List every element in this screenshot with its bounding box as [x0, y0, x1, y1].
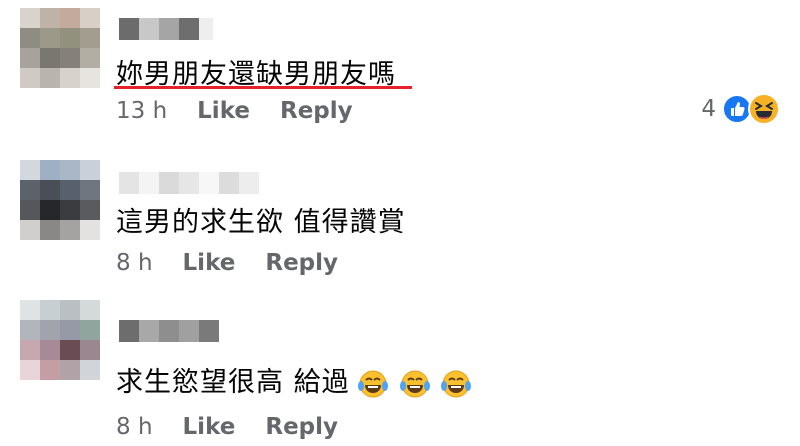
avatar[interactable]: [20, 160, 100, 240]
timestamp[interactable]: 8 h: [116, 414, 153, 440]
author-name-blurred[interactable]: [119, 320, 219, 342]
reply-button[interactable]: Reply: [265, 414, 338, 440]
comment-text-body: 求生慾望很高 給過: [116, 367, 350, 398]
comment-actions: 8 h Like Reply: [116, 414, 338, 440]
highlight-underline: [114, 86, 412, 89]
comment-actions: 13 h Like Reply: [116, 98, 353, 124]
timestamp[interactable]: 8 h: [116, 250, 153, 276]
tears-of-joy-icon: [358, 370, 389, 397]
reply-button[interactable]: Reply: [280, 98, 353, 124]
timestamp[interactable]: 13 h: [116, 98, 167, 124]
author-name-blurred[interactable]: [119, 172, 259, 194]
reply-button[interactable]: Reply: [265, 250, 338, 276]
comment-text: 求生慾望很高 給過: [116, 360, 472, 399]
tears-of-joy-icon: [399, 370, 430, 397]
avatar[interactable]: [20, 300, 100, 380]
comment-text: 這男的求生欲 值得讚賞: [116, 207, 406, 238]
reaction-count: 4: [701, 96, 716, 122]
emoji-group: [358, 367, 472, 398]
author-name-blurred[interactable]: [119, 18, 213, 40]
tears-of-joy-icon: [441, 370, 472, 397]
comment-actions: 8 h Like Reply: [116, 250, 338, 276]
laugh-icon: [748, 93, 780, 125]
like-button[interactable]: Like: [183, 250, 236, 276]
like-button[interactable]: Like: [197, 98, 250, 124]
avatar[interactable]: [20, 8, 100, 88]
like-button[interactable]: Like: [183, 414, 236, 440]
reaction-summary[interactable]: 4: [701, 93, 780, 125]
